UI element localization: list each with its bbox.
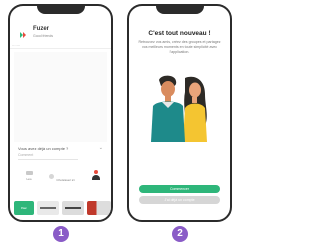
login-button[interactable]: J'ai déjà un compte — [139, 196, 220, 204]
tile-2[interactable] — [37, 201, 59, 215]
option-label: Léo — [26, 177, 32, 181]
person-icon — [92, 170, 100, 180]
brand-name: Fuzer — [33, 26, 50, 32]
step-badge-1: 1 — [53, 226, 69, 242]
profile-header: Fuzer Good friends — [18, 26, 103, 48]
brand-logo-icon — [20, 32, 26, 38]
brand-subtitle: Good friends — [33, 34, 54, 38]
card-icon — [25, 171, 33, 175]
phone-screen-2: C'est tout nouveau ! Retrouvez vos amis,… — [127, 4, 232, 222]
start-button[interactable]: Commencer — [139, 185, 220, 193]
tile-3[interactable] — [62, 201, 84, 215]
step-badge-2: 2 — [172, 226, 188, 242]
header-divider — [10, 48, 111, 49]
chevron-down-icon[interactable]: ⌄ — [99, 145, 103, 151]
circle-icon — [49, 174, 55, 180]
content-area — [14, 52, 107, 142]
option-2[interactable]: Choisissez ici — [42, 168, 82, 186]
options-row: Léo Choisissez ici — [16, 168, 105, 190]
phone-notch — [36, 6, 85, 14]
phone-notch — [155, 6, 204, 14]
option-label: Choisissez ici — [56, 178, 75, 182]
page-description: Retrouvez vos amis, créez des groupes et… — [138, 40, 221, 54]
question-label: Vous avez déjà un compte ? — [18, 146, 69, 151]
page-title: C'est tout nouveau ! — [148, 30, 211, 37]
option-1[interactable]: Léo — [20, 168, 38, 181]
tile-1[interactable]: Fuz — [14, 201, 34, 215]
phone-screen-1: Fuzer Good friends ······· Vous avez déj… — [8, 4, 113, 222]
tile-strip: Fuz — [14, 201, 111, 215]
tile-4[interactable] — [87, 201, 111, 215]
couple-illustration — [151, 75, 207, 142]
comment-field[interactable]: Comment — [18, 152, 78, 160]
option-3[interactable] — [89, 168, 103, 180]
